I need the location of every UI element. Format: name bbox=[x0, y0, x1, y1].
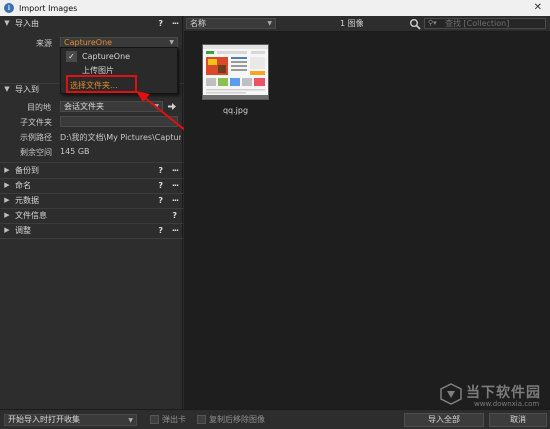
chevron-right-icon: ▶ bbox=[4, 211, 10, 219]
eject-checkbox[interactable] bbox=[150, 415, 159, 424]
option-label: 上传图片 bbox=[82, 66, 114, 75]
section-naming[interactable]: ▶ 命名 ? ··· bbox=[0, 178, 183, 192]
more-menu-icon[interactable]: ··· bbox=[172, 181, 179, 190]
divider bbox=[0, 238, 183, 239]
source-label: 来源 bbox=[36, 39, 52, 48]
chevron-down-icon: ▼ bbox=[4, 85, 10, 93]
more-menu-icon[interactable]: ··· bbox=[172, 19, 179, 28]
watermark-logo-icon bbox=[440, 383, 462, 405]
chevron-down-icon: ▼ bbox=[267, 20, 272, 27]
option-label: CaptureOne bbox=[82, 52, 131, 61]
annotation-highlight-box bbox=[66, 75, 137, 93]
destination-value: 会话文件夹 bbox=[64, 102, 104, 111]
image-browser: 名称 ▼ 1 图像 ⚲▾ 查找 [Collection] qq.jpg bbox=[184, 16, 550, 409]
help-icon[interactable]: ? bbox=[172, 211, 177, 220]
thumbnail-filename: qq.jpg bbox=[222, 106, 249, 115]
help-icon[interactable]: ? bbox=[158, 181, 163, 190]
thumbnail-image bbox=[203, 45, 268, 99]
browser-toolbar: 名称 ▼ 1 图像 ⚲▾ 查找 [Collection] bbox=[184, 16, 550, 32]
sort-select[interactable]: 名称 ▼ bbox=[186, 18, 276, 29]
window-title: Import Images bbox=[19, 3, 78, 13]
more-menu-icon[interactable]: ··· bbox=[172, 226, 179, 235]
chevron-right-icon: ▶ bbox=[4, 196, 10, 204]
bottom-bar: 开始导入时打开收集 ▼ 弹出卡 复制后移除图像 导入全部 取消 bbox=[0, 409, 550, 429]
free-space-value: 145 GB bbox=[60, 147, 90, 156]
checkmark-icon: ✓ bbox=[66, 51, 77, 62]
close-button[interactable]: ✕ bbox=[534, 0, 542, 16]
chevron-down-icon: ▼ bbox=[128, 417, 133, 424]
section-import-from-label: 导入由 bbox=[15, 18, 39, 28]
section-file-info-label: 文件信息 bbox=[15, 210, 47, 220]
section-backup-label: 备份到 bbox=[15, 165, 39, 175]
cancel-button[interactable]: 取消 bbox=[489, 413, 547, 427]
section-import-from[interactable]: ▼ 导入由 ? ··· bbox=[0, 16, 183, 30]
sample-path-label: 示例路径 bbox=[20, 133, 52, 142]
search-input[interactable]: ⚲▾ 查找 [Collection] bbox=[424, 18, 546, 29]
watermark-url: www.downxia.com bbox=[474, 400, 540, 408]
sort-value: 名称 bbox=[190, 19, 206, 28]
chevron-down-icon: ▼ bbox=[169, 39, 174, 46]
help-icon[interactable]: ? bbox=[158, 196, 163, 205]
help-icon[interactable]: ? bbox=[158, 19, 163, 28]
delete-after-copy-label: 复制后移除图像 bbox=[209, 415, 265, 424]
subfolder-label: 子文件夹 bbox=[20, 118, 52, 127]
after-import-select[interactable]: 开始导入时打开收集 ▼ bbox=[4, 414, 137, 426]
search-icon[interactable] bbox=[409, 18, 421, 30]
section-naming-label: 命名 bbox=[15, 180, 31, 190]
watermark-text: 当下软件园 bbox=[466, 385, 541, 401]
destination-label: 目的地 bbox=[27, 103, 51, 112]
section-import-to-label: 导入到 bbox=[15, 84, 39, 94]
chevron-down-icon: ▼ bbox=[4, 19, 10, 27]
source-value: CaptureOne bbox=[64, 38, 113, 47]
image-count: 1 图像 bbox=[340, 19, 364, 28]
help-icon[interactable]: ? bbox=[158, 226, 163, 235]
section-metadata[interactable]: ▶ 元数据 ? ··· bbox=[0, 193, 183, 207]
title-bar: i Import Images ✕ bbox=[0, 0, 550, 16]
section-adjustments[interactable]: ▶ 调整 ? ··· bbox=[0, 223, 183, 237]
search-placeholder: 查找 [Collection] bbox=[445, 19, 510, 28]
after-import-value: 开始导入时打开收集 bbox=[8, 415, 80, 424]
section-file-info[interactable]: ▶ 文件信息 ? bbox=[0, 208, 183, 222]
delete-after-copy-checkbox[interactable] bbox=[197, 415, 206, 424]
more-menu-icon[interactable]: ··· bbox=[172, 196, 179, 205]
free-space-label: 剩余空间 bbox=[20, 148, 52, 157]
dropdown-option-captureone[interactable]: ✓ CaptureOne bbox=[61, 50, 177, 63]
eject-label: 弹出卡 bbox=[162, 415, 186, 424]
app-info-icon: i bbox=[4, 3, 14, 13]
image-thumbnail[interactable] bbox=[202, 44, 269, 100]
import-all-button[interactable]: 导入全部 bbox=[404, 413, 484, 427]
chevron-right-icon: ▶ bbox=[4, 226, 10, 234]
chevron-right-icon: ▶ bbox=[4, 181, 10, 189]
search-options-icon[interactable]: ⚲▾ bbox=[428, 19, 437, 28]
section-adjustments-label: 调整 bbox=[15, 225, 31, 235]
section-metadata-label: 元数据 bbox=[15, 195, 39, 205]
chevron-right-icon: ▶ bbox=[4, 166, 10, 174]
